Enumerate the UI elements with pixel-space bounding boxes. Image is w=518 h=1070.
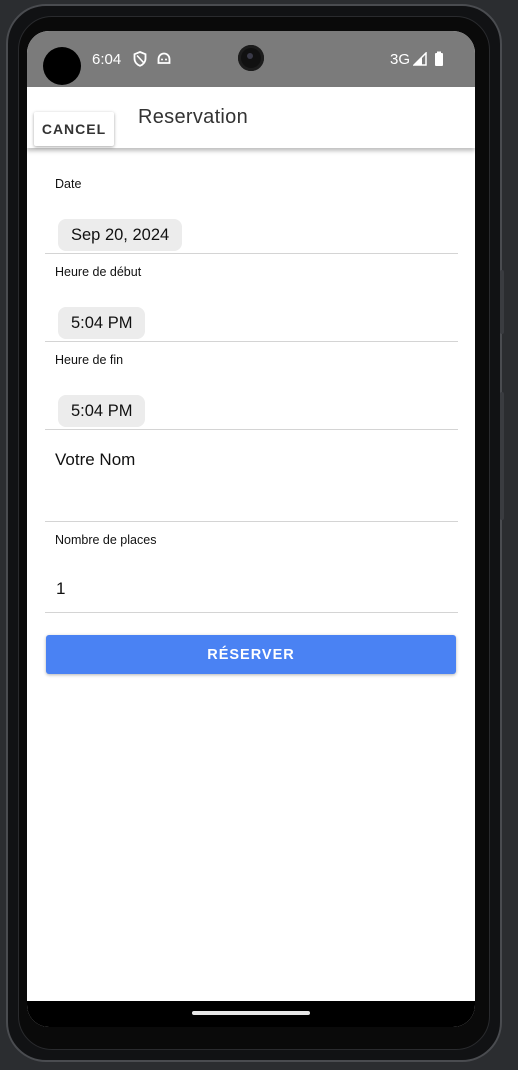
page-title: Reservation xyxy=(138,106,249,128)
battery-icon xyxy=(434,51,448,67)
places-input[interactable]: 1 xyxy=(56,579,65,599)
places-divider xyxy=(45,612,458,613)
places-label: Nombre de places xyxy=(55,533,157,547)
end-time-divider xyxy=(45,429,458,430)
end-time-picker-button[interactable]: 5:04 PM xyxy=(58,395,146,427)
date-label: Date xyxy=(55,177,82,191)
start-time-picker-button[interactable]: 5:04 PM xyxy=(58,307,146,339)
camera-cutout xyxy=(43,47,81,85)
android-icon xyxy=(157,51,171,67)
reserve-button[interactable]: RÉSERVER xyxy=(46,635,456,674)
volume-button xyxy=(500,392,504,520)
start-time-label: Heure de début xyxy=(55,265,142,279)
end-time-label: Heure de fin xyxy=(55,353,124,367)
status-bar: 6:04 3G xyxy=(27,31,475,87)
date-picker-button[interactable]: Sep 20, 2024 xyxy=(58,219,183,251)
signal-icon xyxy=(412,51,427,68)
cancel-button[interactable]: CANCEL xyxy=(34,112,114,146)
power-button xyxy=(500,270,504,334)
front-camera xyxy=(238,45,264,71)
shield-icon xyxy=(133,51,147,67)
network-type: 3G xyxy=(390,51,411,68)
start-time-divider xyxy=(45,341,458,342)
name-input[interactable]: Votre Nom xyxy=(55,450,135,470)
screen: 6:04 3G CANCEL Reservation Date Sep 20, … xyxy=(27,31,475,1027)
date-divider xyxy=(45,253,458,254)
home-indicator[interactable] xyxy=(192,1011,310,1015)
name-divider xyxy=(45,521,458,522)
app-bar: CANCEL Reservation xyxy=(27,87,475,148)
status-time: 6:04 xyxy=(92,51,122,68)
navigation-bar xyxy=(27,1001,475,1027)
